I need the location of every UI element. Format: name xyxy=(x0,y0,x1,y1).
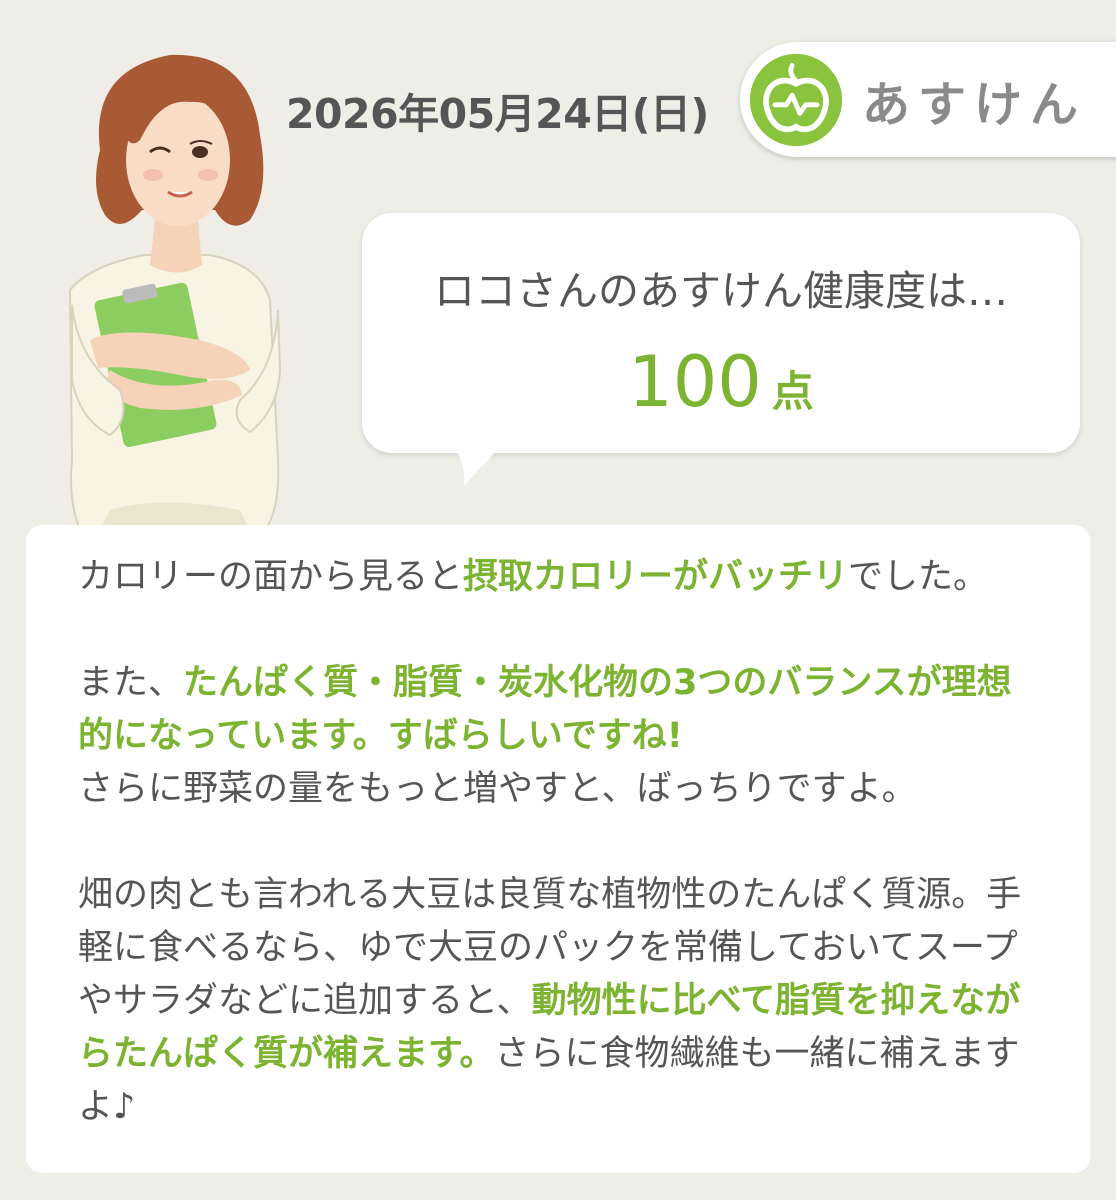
brand-name: あすけん xyxy=(862,76,1087,133)
bubble-tail xyxy=(450,440,506,486)
date-label: 2026年05月24日(日) xyxy=(286,90,709,138)
advice-card: カロリーの面から見ると摂取カロリーがバッチリでした。 また、たんぱく質・脂質・炭… xyxy=(26,525,1090,1173)
score-value: 100 xyxy=(628,341,762,423)
advisor-illustration xyxy=(68,54,282,530)
apple-logo-icon xyxy=(749,53,843,146)
advice-paragraph-balance: また、たんぱく質・脂質・炭水化物の3つのバランスが理想的になっています。すばらし… xyxy=(78,657,1038,816)
score-display: 100 点 xyxy=(362,341,1080,423)
advice-message: カロリーの面から見ると摂取カロリーがバッチリでした。 また、たんぱく質・脂質・炭… xyxy=(78,551,1038,1134)
advice-text: また、 xyxy=(78,663,184,703)
score-unit: 点 xyxy=(771,367,814,416)
advice-highlight: 摂取カロリーがバッチリ xyxy=(463,557,849,597)
brand-badge: あすけん xyxy=(740,42,1116,157)
advice-paragraph-soybean: 畑の肉とも言われる大豆は良質な植物性のたんぱく質源。手軽に食べるなら、ゆで大豆の… xyxy=(78,869,1038,1134)
advice-paragraph-calorie: カロリーの面から見ると摂取カロリーがバッチリでした。 xyxy=(78,551,1038,604)
advice-text: さらに野菜の量をもっと増やすと、ばっちりですよ。 xyxy=(78,769,917,809)
score-lead-text: ロコさんのあすけん健康度は… xyxy=(434,267,1008,315)
score-bubble: ロコさんのあすけん健康度は… 100 点 xyxy=(362,213,1080,453)
advice-text: カロリーの面から見ると xyxy=(78,557,464,597)
advice-highlight: たんぱく質・脂質・炭水化物の3つのバランスが理想的になっています。すばらしいです… xyxy=(78,663,1012,756)
advice-text: でした。 xyxy=(848,557,989,597)
